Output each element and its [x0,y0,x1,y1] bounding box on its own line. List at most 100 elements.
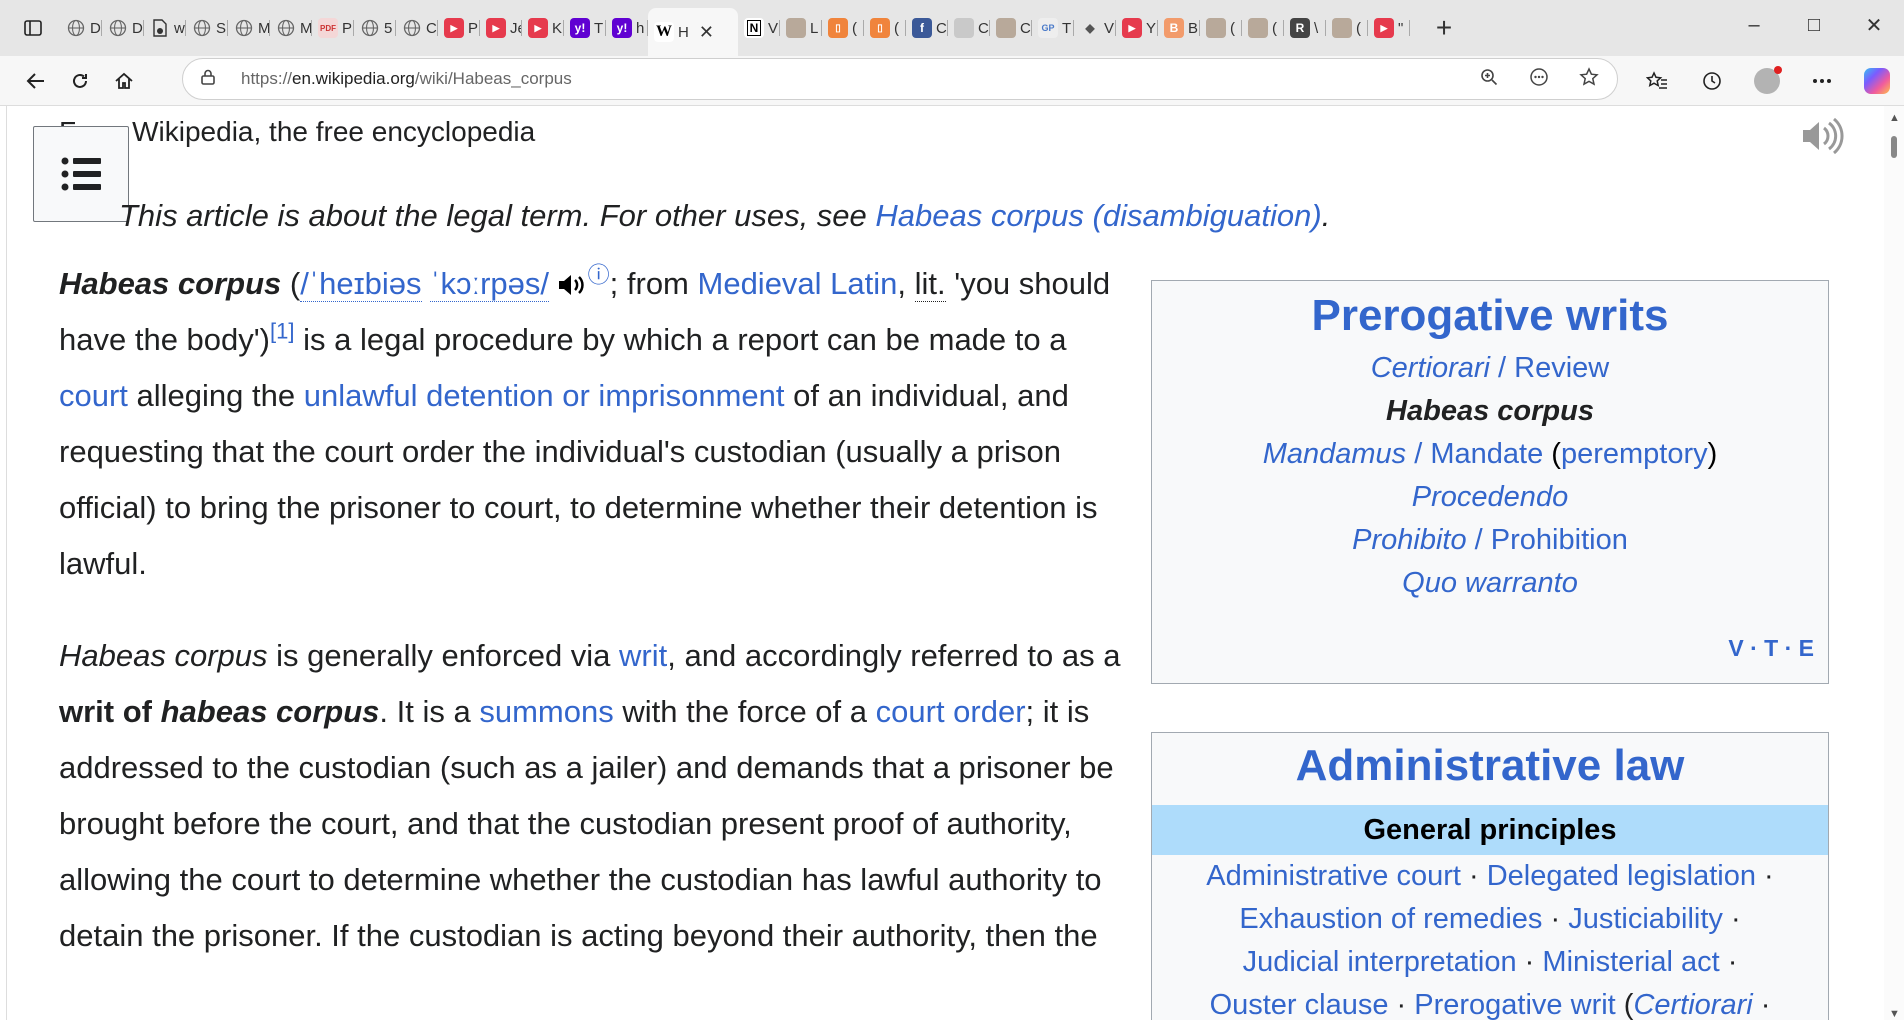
right-tab-2[interactable]: ▯( [822,6,864,50]
certiorari-link[interactable]: Certiorari [1371,352,1490,384]
view-template-link[interactable]: V [1728,635,1743,661]
left-tab-7[interactable]: 5 [354,6,396,50]
peremptory-link[interactable]: peremptory [1561,438,1708,470]
toc-button[interactable] [33,126,129,222]
window-controls: – □ ✕ [1724,0,1904,50]
mandate-link[interactable]: Mandate [1430,438,1543,470]
mandamus-link[interactable]: Mandamus [1263,438,1406,470]
notion-icon: N [744,18,764,38]
right-tab-13[interactable]: R \ [1284,6,1326,50]
talk-template-link[interactable]: T [1764,635,1778,661]
justiciability-link[interactable]: Justiciability [1568,903,1723,935]
summons-link[interactable]: summons [479,694,613,729]
right-tab-11[interactable]: ( [1200,6,1242,50]
more-tools-icon[interactable] [1521,67,1557,92]
list-icon [61,157,101,191]
reference-1-link[interactable]: [1] [270,319,294,344]
zoom-icon[interactable] [1471,68,1507,91]
prohibito-link[interactable]: Prohibito [1352,524,1466,556]
left-tab-1[interactable]: D [102,6,144,50]
close-window-button[interactable]: ✕ [1844,0,1904,50]
favorite-star-icon[interactable] [1571,66,1607,92]
prohibition-link[interactable]: Prohibition [1491,524,1628,556]
right-tab-3[interactable]: ▯( [864,6,906,50]
disambiguation-link[interactable]: Habeas corpus (disambiguation) [875,198,1321,233]
close-tab-icon[interactable]: ✕ [699,22,714,43]
review-link[interactable]: Review [1514,352,1609,384]
delegated-legislation-link[interactable]: Delegated legislation [1487,860,1756,892]
certiorari-link-2[interactable]: Certiorari [1633,989,1752,1020]
scroll-up-icon[interactable]: ▲ [1889,112,1900,124]
listen-audio-icon[interactable] [1800,116,1846,156]
right-tab-10[interactable]: BB [1158,6,1200,50]
scroll-thumb[interactable] [1891,136,1897,158]
right-tab-0[interactable]: NV [738,6,780,50]
tabs-group-right: N V L ▯(▯(f C C C GP T ◆ V ▶ Y B B((R \(▶ " [738,6,1410,50]
new-tab-button[interactable]: + [1424,12,1464,44]
right-tab-15[interactable]: ▶ " [1368,6,1410,50]
left-tab-6[interactable]: PDF P [312,6,354,50]
home-icon [115,72,133,89]
left-tab-0[interactable]: D [60,6,102,50]
page-scrollbar[interactable]: ▲ ▼ [1884,106,1904,1020]
history-button[interactable] [1684,59,1739,103]
prerogative-writ-link[interactable]: Prerogative writ [1414,989,1615,1020]
left-tab-3[interactable]: S [186,6,228,50]
admin-court-link[interactable]: Administrative court [1206,860,1461,892]
medieval-latin-link[interactable]: Medieval Latin [698,266,898,301]
ipa-link-2[interactable]: ˈkɔːrpəs/ [430,266,550,302]
right-tab-5[interactable]: C [948,6,990,50]
writ-link[interactable]: writ [619,638,667,673]
left-tab-8[interactable]: C [396,6,438,50]
procedendo-link[interactable]: Procedendo [1412,481,1568,513]
minimize-button[interactable]: – [1724,0,1784,50]
judicial-interpretation-link[interactable]: Judicial interpretation [1243,946,1517,978]
ipa-link-1[interactable]: /ˈheɪbiəs [300,266,422,302]
prerogative-writs-title[interactable]: Prerogative writs [1152,291,1828,341]
settings-menu-button[interactable] [1794,59,1849,103]
youtube-icon: ▶ [1374,18,1394,38]
quo-warranto-link[interactable]: Quo warranto [1402,567,1578,599]
right-tab-4[interactable]: fC [906,6,948,50]
address-bar[interactable]: https://en.wikipedia.org/wiki/Habeas_cor… [182,58,1618,100]
right-tab-12[interactable]: ( [1242,6,1284,50]
left-tab-12[interactable]: y! T [564,6,606,50]
scroll-down-icon[interactable]: ▼ [1889,1008,1900,1020]
info-icon[interactable]: ⓘ [588,263,610,288]
tab-active[interactable]: W H ✕ [648,8,738,56]
left-tab-5[interactable]: M [270,6,312,50]
left-tab-13[interactable]: y! h [606,6,648,50]
court-order-link[interactable]: court order [876,694,1026,729]
left-tab-10[interactable]: ▶ Je [480,6,522,50]
tab-label: ( [894,19,899,37]
pronunciation-speaker-icon[interactable] [558,272,588,298]
back-button[interactable] [14,59,58,103]
unlawful-detention-link[interactable]: unlawful detention or imprisonment [304,378,785,413]
left-tab-4[interactable]: M [228,6,270,50]
globe-icon [360,18,380,38]
home-button[interactable] [102,59,146,103]
right-tab-1[interactable]: L [780,6,822,50]
right-tab-8[interactable]: ◆ V [1074,6,1116,50]
left-tab-9[interactable]: ▶ P [438,6,480,50]
favorites-button[interactable] [1629,59,1684,103]
youtube-icon: ▶ [486,18,506,38]
right-tab-9[interactable]: ▶ Y [1116,6,1158,50]
right-tab-6[interactable]: C [990,6,1032,50]
exhaustion-link[interactable]: Exhaustion of remedies [1239,903,1542,935]
left-tab-2[interactable]: w [144,6,186,50]
tab-label: T [1062,19,1072,37]
left-tab-11[interactable]: ▶ K [522,6,564,50]
profile-button[interactable] [1739,59,1794,103]
ouster-clause-link[interactable]: Ouster clause [1210,989,1389,1020]
ministerial-act-link[interactable]: Ministerial act [1542,946,1719,978]
maximize-button[interactable]: □ [1784,0,1844,50]
right-tab-7[interactable]: GP T [1032,6,1074,50]
copilot-button[interactable] [1849,59,1904,103]
right-tab-14[interactable]: ( [1326,6,1368,50]
refresh-button[interactable] [58,59,102,103]
edit-template-link[interactable]: E [1799,635,1814,661]
administrative-law-title[interactable]: Administrative law [1152,741,1828,805]
court-link[interactable]: court [59,378,128,413]
tab-actions-button[interactable] [12,7,54,49]
